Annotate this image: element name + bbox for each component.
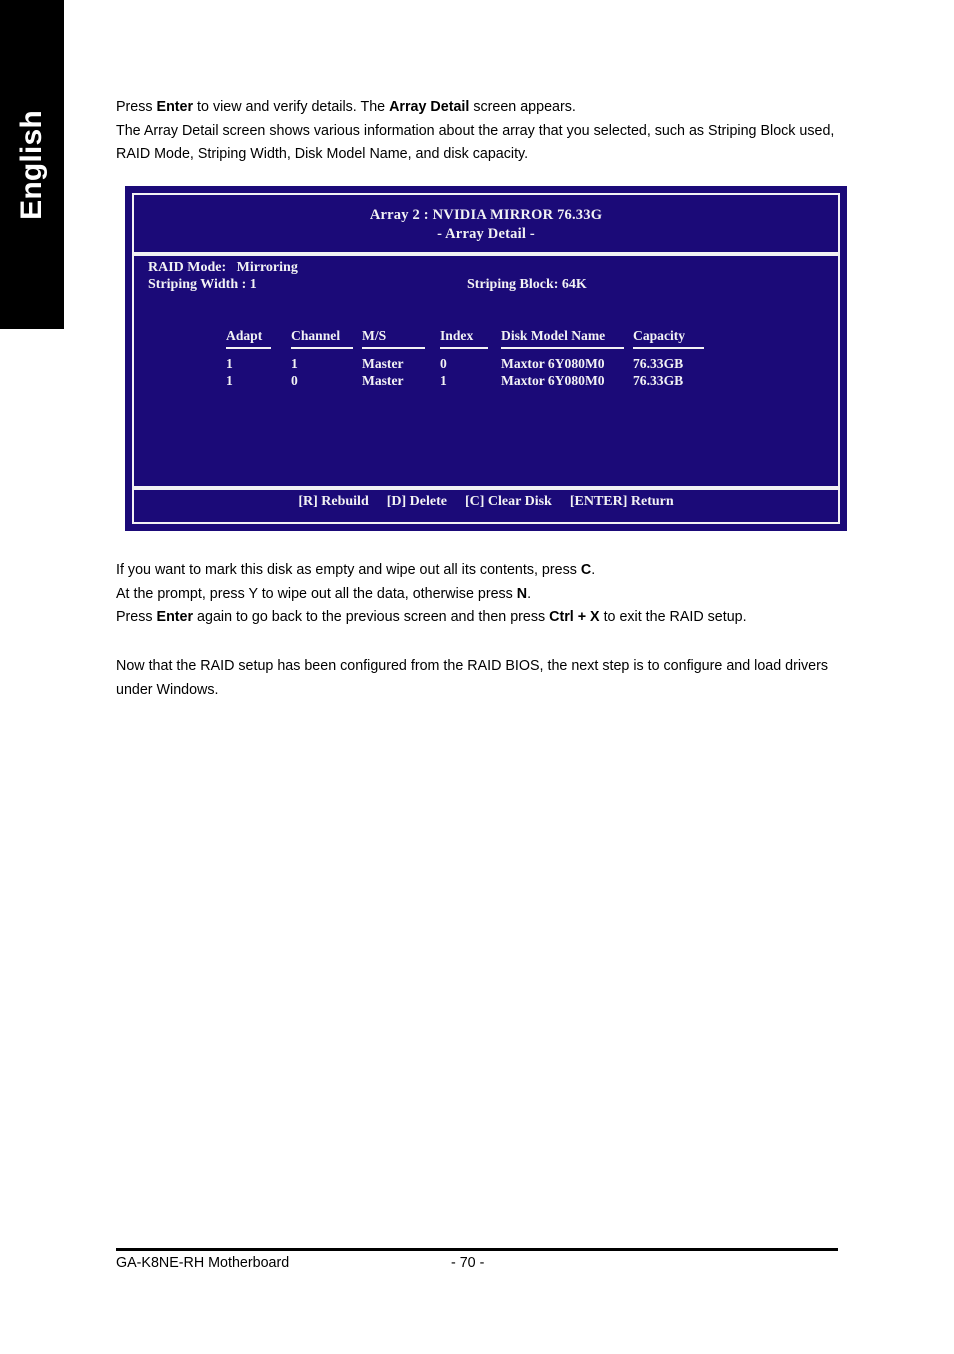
col-header-channel: Channel <box>291 328 341 343</box>
col-header-adapt: Adapt <box>226 328 263 343</box>
bios-title-line-1: Array 2 : NVIDIA MIRROR 76.33G <box>369 207 603 223</box>
language-tab-label: English <box>15 109 48 220</box>
next-steps-paragraph: Now that the RAID setup has been configu… <box>116 655 846 702</box>
disk-table-header-row: Adapt Channel M/S Index Disk Model Name … <box>134 328 838 344</box>
disk-table-header-underlines <box>134 344 838 352</box>
striping-block-label: Striping Block: 64K <box>467 277 587 292</box>
footer-product-name: GA-K8NE-RH Motherboard <box>116 1255 290 1271</box>
key-rebuild[interactable]: [R] Rebuild <box>298 494 368 510</box>
cell-ms: Master <box>362 356 404 371</box>
col-header-ms: M/S <box>362 328 387 343</box>
bios-key-legend: [R] Rebuild [D] Delete [C] Clear Disk [E… <box>134 494 838 510</box>
bios-screen-frame: Array 2 : NVIDIA MIRROR 76.33G - Array D… <box>132 193 840 524</box>
cell-disk-model-name: Maxtor 6Y080M0 <box>501 356 605 371</box>
bios-array-info: RAID Mode: Mirroring Striping Width : 1 … <box>134 259 838 293</box>
cell-disk-model-name: Maxtor 6Y080M0 <box>501 373 605 388</box>
page-footer: GA-K8NE-RH Motherboard - 70 - <box>116 1248 838 1275</box>
legend-gap <box>447 494 465 510</box>
table-row[interactable]: 1 0 Master 1 Maxtor 6Y080M0 76.33GB <box>134 373 838 390</box>
underline-adapt <box>226 347 271 349</box>
key-delete[interactable]: [D] Delete <box>387 494 447 510</box>
underline-ms <box>362 347 425 349</box>
raid-array-detail-screen: Array 2 : NVIDIA MIRROR 76.33G - Array D… <box>125 186 847 531</box>
cell-index: 0 <box>440 356 447 371</box>
footer-page-number: - 70 - <box>451 1255 485 1271</box>
cell-adapt: 1 <box>226 373 233 388</box>
instructions-line-3: Press Enter again to go back to the prev… <box>116 609 747 625</box>
footer-rule <box>116 1248 838 1251</box>
bios-footer-divider <box>134 486 838 490</box>
col-header-disk-model-name: Disk Model Name <box>501 328 606 343</box>
instructions-line-1: If you want to mark this disk as empty a… <box>116 562 596 578</box>
cell-capacity: 76.33GB <box>633 373 684 388</box>
cell-index: 1 <box>440 373 447 388</box>
next-steps-line-1: Now that the RAID setup has been configu… <box>116 658 829 698</box>
bios-title-line-2: - Array Detail - <box>437 226 535 242</box>
raid-mode-value: Mirroring <box>236 260 298 275</box>
striping-width-label: Striping Width : 1 <box>148 277 257 292</box>
col-header-index: Index <box>440 328 474 343</box>
cell-adapt: 1 <box>226 356 233 371</box>
cell-channel: 0 <box>291 373 298 388</box>
language-tab: English <box>0 0 64 329</box>
table-row[interactable]: 1 1 Master 0 Maxtor 6Y080M0 76.33GB <box>134 356 838 373</box>
footer-row: GA-K8NE-RH Motherboard - 70 - <box>116 1255 838 1275</box>
intro-paragraph: Press Enter to view and verify details. … <box>116 96 846 167</box>
intro-line-2: The Array Detail screen shows various in… <box>116 122 835 163</box>
cell-capacity: 76.33GB <box>633 356 684 371</box>
raid-mode-row: RAID Mode: Mirroring <box>134 259 838 276</box>
key-clear-disk[interactable]: [C] Clear Disk <box>465 494 552 510</box>
raid-mode-label: RAID Mode: <box>148 260 227 275</box>
bios-title-divider <box>134 252 838 256</box>
legend-gap <box>369 494 387 510</box>
instructions-line-2: At the prompt, press Y to wipe out all t… <box>116 585 532 602</box>
striping-row: Striping Width : 1 Striping Block: 64K <box>134 276 838 293</box>
intro-line-1: Press Enter to view and verify details. … <box>116 99 576 115</box>
bios-screen-title: Array 2 : NVIDIA MIRROR 76.33G - Array D… <box>134 195 838 252</box>
disk-table: Adapt Channel M/S Index Disk Model Name … <box>134 328 838 390</box>
key-enter-return[interactable]: [ENTER] Return <box>570 494 674 510</box>
cell-ms: Master <box>362 373 404 388</box>
col-header-capacity: Capacity <box>633 328 686 343</box>
underline-disk-model-name <box>501 347 624 349</box>
underline-index <box>440 347 488 349</box>
underline-channel <box>291 347 353 349</box>
legend-gap <box>552 494 570 510</box>
underline-capacity <box>633 347 704 349</box>
cell-channel: 1 <box>291 356 298 371</box>
instructions-paragraph: If you want to mark this disk as empty a… <box>116 559 846 630</box>
